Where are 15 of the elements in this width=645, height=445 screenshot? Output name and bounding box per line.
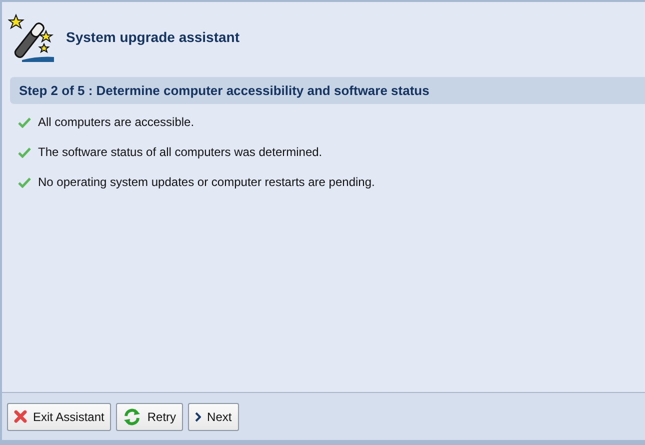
status-message: No operating system updates or computer restarts are pending. <box>38 175 375 189</box>
exit-button[interactable]: Exit Assistant <box>7 402 112 430</box>
status-message: All computers are accessible. <box>38 115 194 129</box>
step-banner: Step 2 of 5 : Determine computer accessibility and software status <box>10 77 645 104</box>
retry-button[interactable]: Retry <box>116 402 184 430</box>
close-icon <box>14 410 27 423</box>
check-icon <box>18 176 31 188</box>
window-title: System upgrade assistant <box>66 29 240 45</box>
check-icon <box>18 146 31 158</box>
status-message: The software status of all computers was determined. <box>38 145 322 159</box>
check-icon <box>18 116 31 128</box>
refresh-icon <box>123 408 142 426</box>
next-button[interactable]: Next <box>188 402 239 430</box>
magic-wand-icon <box>8 12 54 62</box>
chevron-right-icon <box>195 412 202 422</box>
